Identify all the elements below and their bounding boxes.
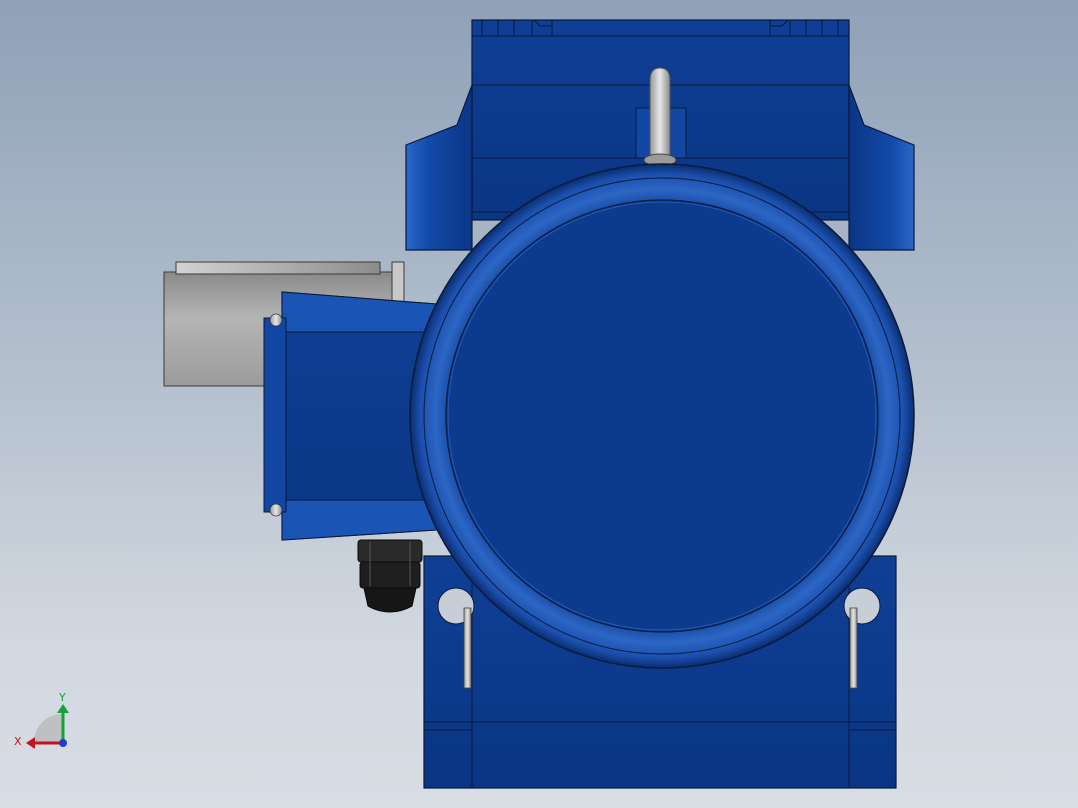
motor-end-cover [409,163,915,669]
y-axis-label: Y [58,691,66,704]
cable-gland [357,539,423,613]
coordinate-triad: Y X [14,691,69,749]
x-axis-label: X [14,735,22,748]
3d-model-viewport[interactable]: Y X [0,0,1078,808]
